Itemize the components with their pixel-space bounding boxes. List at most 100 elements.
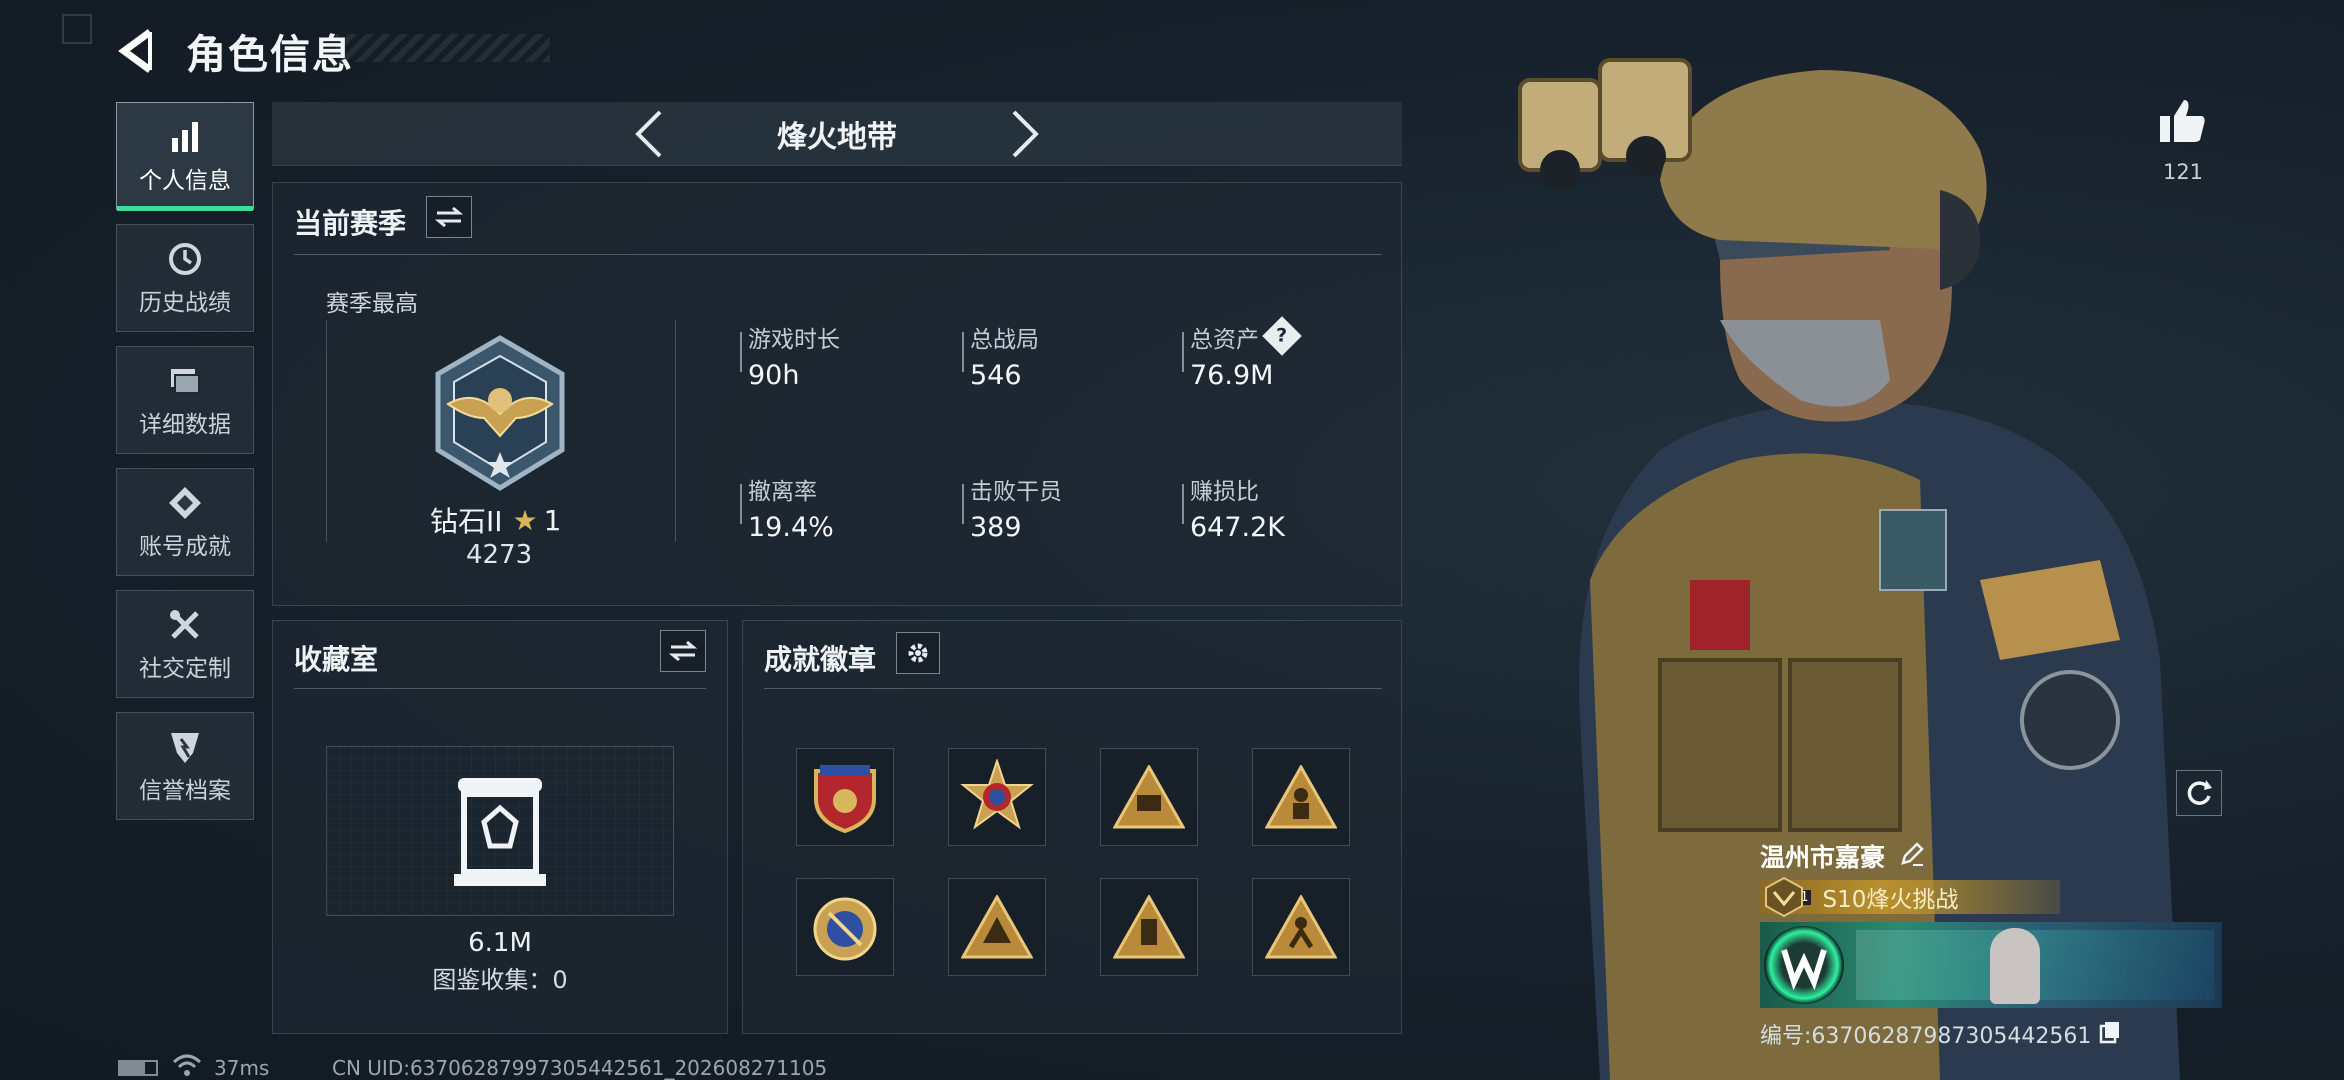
season-title: 当前赛季 xyxy=(294,207,407,240)
nav-label: 详细数据 xyxy=(139,412,231,438)
rotate-view-button[interactable] xyxy=(2176,770,2222,816)
nav-label: 账号成就 xyxy=(139,534,231,560)
collection-switch-button[interactable] xyxy=(660,630,706,672)
achievement-badge-8[interactable] xyxy=(1252,878,1350,976)
w-logo-icon xyxy=(1781,949,1827,991)
nav-item-achievements[interactable]: 账号成就 xyxy=(116,468,254,576)
corner-decoration xyxy=(62,14,92,44)
back-button[interactable] xyxy=(114,26,164,76)
triangle-hand-badge-icon xyxy=(961,895,1033,959)
stat-value-profit-ratio: 647.2K xyxy=(1190,512,1286,543)
stat-divider xyxy=(962,484,964,524)
nav-label: 信誉档案 xyxy=(139,778,231,804)
achievement-badge-2[interactable] xyxy=(948,748,1046,846)
swap-arrows-icon xyxy=(669,640,697,662)
season-best-label: 赛季最高 xyxy=(326,291,418,317)
banner-portrait xyxy=(1990,928,2040,1004)
rank-score: 4273 xyxy=(466,540,533,570)
challenge-name: S10烽火挑战 xyxy=(1822,887,1959,913)
rank-name: 钻石II xyxy=(430,505,503,538)
stat-divider xyxy=(740,484,742,524)
stat-label-playtime: 游戏时长 xyxy=(748,327,840,353)
catalog-count: 图鉴收集：0 xyxy=(432,966,568,994)
bar-chart-icon xyxy=(165,117,205,157)
level-emblem-icon xyxy=(1764,876,1804,918)
achievement-badge-1[interactable] xyxy=(796,748,894,846)
title-decoration xyxy=(336,34,550,62)
chevron-left-icon xyxy=(635,110,662,158)
copy-id-button[interactable] xyxy=(2099,1020,2121,1048)
folder-stack-icon xyxy=(165,361,205,401)
like-button[interactable] xyxy=(2158,96,2208,146)
player-banner[interactable] xyxy=(1760,922,2222,1008)
triangle-soldier-badge-icon xyxy=(1265,895,1337,959)
achievements-settings-button[interactable] xyxy=(896,632,940,674)
collection-divider xyxy=(294,688,706,689)
mode-prev-button[interactable] xyxy=(628,108,672,160)
nav-item-personal-info[interactable]: 个人信息 xyxy=(116,102,254,211)
stat-value-extract-rate: 19.4% xyxy=(748,512,834,543)
nav-item-credit-profile[interactable]: 信誉档案 xyxy=(116,712,254,820)
like-count: 121 xyxy=(2162,160,2204,184)
nav-label: 个人信息 xyxy=(139,168,231,194)
collection-value: 6.1M xyxy=(468,928,532,958)
nav-item-social-custom[interactable]: 社交定制 xyxy=(116,590,254,698)
back-arrow-icon xyxy=(118,29,153,73)
challenge-row: 51 S10烽火挑战 xyxy=(1760,876,2060,918)
edit-name-button[interactable] xyxy=(1899,841,1925,871)
stat-label-profit-ratio: 赚损比 xyxy=(1190,479,1259,505)
challenge-tag[interactable]: 51 S10烽火挑战 xyxy=(1760,880,2060,914)
nav-item-detailed-data[interactable]: 详细数据 xyxy=(116,346,254,454)
achievements-divider xyxy=(764,688,1382,689)
ping-value: 37ms xyxy=(214,1056,270,1080)
mode-next-button[interactable] xyxy=(1002,108,1046,160)
star-medal-icon xyxy=(960,759,1034,830)
wifi-icon xyxy=(172,1052,202,1078)
nav-label: 社交定制 xyxy=(139,656,231,682)
page-title: 角色信息 xyxy=(186,32,354,78)
player-name: 温州市嘉豪 xyxy=(1760,843,1886,872)
achievement-badge-7[interactable] xyxy=(1100,878,1198,976)
rank-emblem-icon xyxy=(420,334,580,494)
achievement-badge-5[interactable] xyxy=(796,878,894,976)
stat-value-kills: 389 xyxy=(970,512,1022,543)
stat-divider xyxy=(1182,484,1184,524)
stat-label-assets: 总资产 xyxy=(1190,327,1259,353)
copy-icon xyxy=(2100,1022,2120,1044)
star-icon: ★ xyxy=(512,503,538,537)
triangle-50-badge-icon xyxy=(1113,765,1185,829)
nav-label: 历史战绩 xyxy=(139,290,231,316)
uid-footer: CN UID:6370628799730544256​1_20260827110… xyxy=(332,1056,828,1080)
display-case-icon xyxy=(450,774,550,888)
season-divider xyxy=(294,254,1382,255)
stat-label-kills: 击败干员 xyxy=(970,479,1062,505)
stat-divider xyxy=(962,332,964,372)
shield-badge-icon xyxy=(814,765,876,834)
achievement-badge-3[interactable] xyxy=(1100,748,1198,846)
player-id-row: 编号:6370628798730544256​1 xyxy=(1760,1018,2220,1050)
chevron-right-icon xyxy=(1012,110,1039,158)
stat-label-matches: 总战局 xyxy=(970,327,1039,353)
thumbs-up-icon xyxy=(2160,100,2205,142)
stat-divider xyxy=(1182,332,1184,372)
pencil-icon xyxy=(1901,842,1924,866)
player-id: 编号:6370628798730544256​1 xyxy=(1760,1024,2092,1049)
achievement-badge-6[interactable] xyxy=(948,878,1046,976)
medal-icon xyxy=(165,483,205,523)
achievement-badge-4[interactable] xyxy=(1252,748,1350,846)
rank-name-row: 钻石II ★ 1 xyxy=(430,500,561,540)
stat-divider xyxy=(740,332,742,372)
battery-icon xyxy=(118,1060,158,1076)
nav-item-history[interactable]: 历史战绩 xyxy=(116,224,254,332)
triangle-bars-badge-icon xyxy=(1113,895,1185,959)
refresh-icon xyxy=(2187,780,2212,805)
swap-arrows-icon xyxy=(435,206,463,228)
player-name-row: 温州市嘉豪 xyxy=(1760,836,2220,876)
achievements-title: 成就徽章 xyxy=(764,643,877,676)
history-clock-icon xyxy=(165,239,205,279)
stat-value-matches: 546 xyxy=(970,360,1022,391)
player-card: 温州市嘉豪 51 S10烽火挑战 编号:6370628798730544256​… xyxy=(1760,836,2222,1050)
avatar[interactable] xyxy=(1764,926,1844,1004)
tools-icon xyxy=(165,605,205,645)
season-switch-button[interactable] xyxy=(426,196,472,238)
